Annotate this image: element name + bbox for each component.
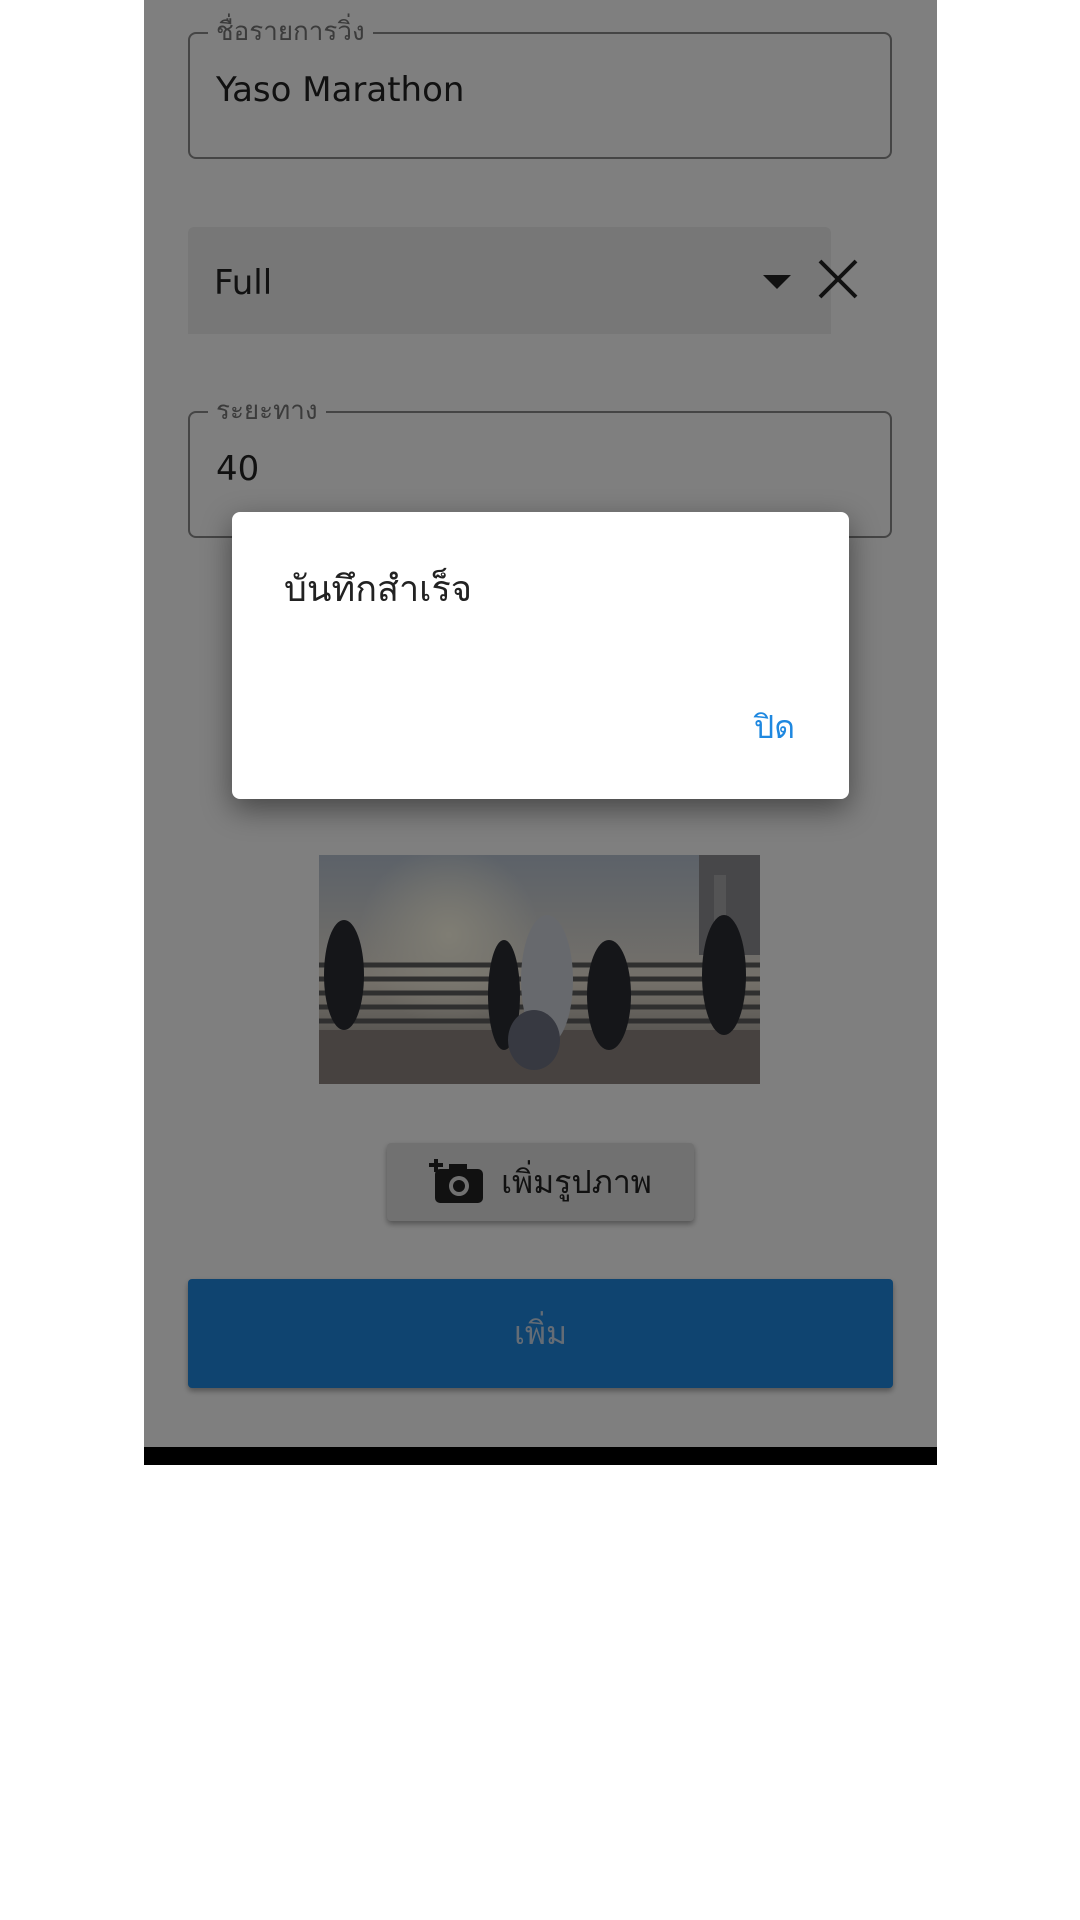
dialog-title: บันทึกสำเร็จ	[284, 569, 472, 610]
app-screen: ชื่อรายการวิ่ง Yaso Marathon Full ระยะทา…	[144, 0, 937, 1447]
system-nav-bar	[144, 1447, 937, 1465]
success-dialog: บันทึกสำเร็จ ปิด	[232, 512, 849, 799]
dialog-close-button[interactable]: ปิด	[754, 702, 795, 753]
